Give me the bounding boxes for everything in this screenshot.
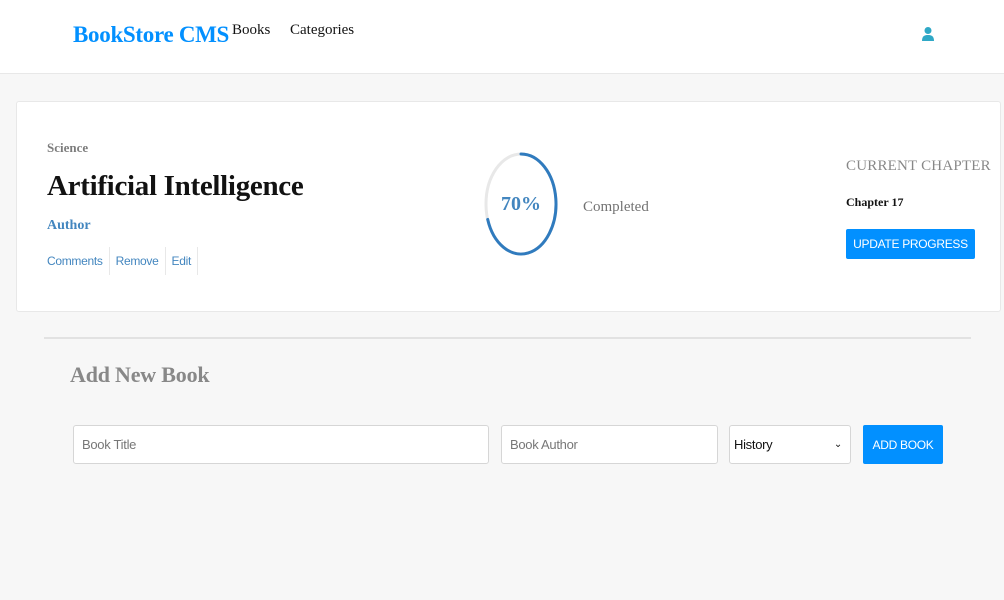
update-progress-button[interactable]: UPDATE PROGRESS [846, 229, 975, 259]
header: BookStore CMS Books Categories [0, 0, 1004, 74]
book-card: Science Artificial Intelligence Author C… [16, 101, 1001, 312]
chevron-down-icon: ⌄ [833, 439, 842, 450]
section-divider [44, 337, 971, 339]
nav-books[interactable]: Books [232, 22, 270, 39]
brand-logo[interactable]: BookStore CMS [73, 22, 229, 48]
user-icon[interactable] [921, 26, 935, 42]
category-select[interactable]: History ⌄ [729, 425, 851, 464]
category-selected-value: History [734, 437, 773, 452]
current-chapter: Chapter 17 [846, 195, 904, 209]
book-author: Author [47, 218, 91, 233]
current-chapter-heading: CURRENT CHAPTER [846, 158, 991, 174]
book-title-input[interactable] [73, 425, 489, 464]
add-book-button[interactable]: ADD BOOK [863, 425, 943, 464]
comments-button[interactable]: Comments [47, 247, 110, 275]
progress-percent: 70% [501, 193, 541, 215]
book-genre: Science [47, 140, 89, 155]
nav-categories[interactable]: Categories [290, 22, 354, 39]
book-author-input[interactable] [501, 425, 718, 464]
edit-button[interactable]: Edit [166, 247, 198, 275]
book-title: Artificial Intelligence [47, 170, 304, 202]
book-actions: Comments Remove Edit [47, 247, 198, 275]
add-book-title: Add New Book [70, 362, 210, 387]
progress-completed-label: Completed [583, 199, 649, 215]
remove-button[interactable]: Remove [110, 247, 166, 275]
